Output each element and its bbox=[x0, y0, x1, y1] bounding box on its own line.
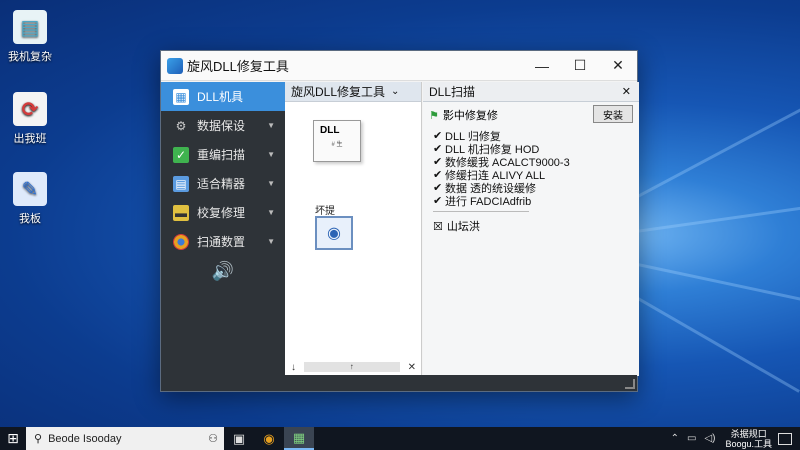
chevron-down-icon: ▼ bbox=[267, 150, 275, 159]
chevron-down-icon: ▼ bbox=[267, 208, 275, 217]
gears-icon: ⚙ bbox=[175, 118, 187, 133]
task-view-icon[interactable]: ▣ bbox=[224, 427, 254, 450]
tools-panel-header[interactable]: 旋风DLL修复工具 ⌄ bbox=[285, 82, 421, 102]
dll-repair-window: 旋风DLL修复工具 — ☐ ✕ ▦ DLL机具 ⚙ 数据保设 ▼ ✓ 重编扫描 … bbox=[160, 50, 639, 392]
checkmark-icon: ✔ bbox=[433, 169, 443, 181]
close-icon[interactable]: ✕ bbox=[622, 85, 631, 98]
sidebar-item-label: 适合精器 bbox=[197, 177, 246, 191]
windows-start-icon[interactable]: ⊞ bbox=[0, 427, 26, 450]
check-label: 进行 FADCIAdfrib bbox=[445, 195, 532, 208]
chevron-down-icon: ▼ bbox=[267, 237, 275, 246]
scan-option[interactable]: ☒ 山坛洪 bbox=[423, 212, 639, 240]
refresh-icon: ⟳ bbox=[13, 92, 47, 126]
install-button[interactable]: 安装 bbox=[593, 105, 633, 123]
sidebar-item-label: 校复修理 bbox=[197, 206, 246, 220]
sidebar-item-label: 数据保设 bbox=[197, 119, 246, 133]
notification-icon[interactable] bbox=[778, 432, 792, 445]
sidebar-item-repair[interactable]: ▬ 校复修理 ▼ bbox=[161, 198, 285, 227]
search-icon: ⚲ bbox=[34, 433, 43, 445]
close-button[interactable]: ✕ bbox=[599, 51, 637, 81]
tools-panel: 旋风DLL修复工具 ⌄ DLL # 生 坏提 ◉ ↓ ↑ ✕ bbox=[285, 82, 422, 376]
microphone-icon[interactable]: ⚇ bbox=[208, 432, 218, 445]
checkbox-icon: ☒ bbox=[433, 220, 443, 233]
sidebar-item-compat[interactable]: ▤ 适合精器 ▼ bbox=[161, 169, 285, 198]
search-text: Beode Isooday bbox=[48, 432, 122, 445]
chevron-down-icon: ⌄ bbox=[391, 86, 400, 97]
sidebar-item-dll-tools[interactable]: ▦ DLL机具 bbox=[161, 82, 285, 111]
volume-icon[interactable]: ◁) bbox=[704, 433, 715, 444]
sidebar-item-rescan[interactable]: ✓ 重编扫描 ▼ bbox=[161, 140, 285, 169]
desktop-icon-editor[interactable]: ✎ 我板 bbox=[0, 172, 60, 226]
checkmark-icon: ✓ bbox=[173, 146, 189, 163]
panel-tab-label: 旋风DLL修复工具 bbox=[291, 85, 386, 99]
desktop-icon-repair[interactable]: ⟳ 出我班 bbox=[0, 92, 60, 146]
thumbnail-title: DLL bbox=[320, 125, 340, 136]
minimize-button[interactable]: — bbox=[523, 51, 561, 81]
taskbar: ⊞ ⚲ Beode Isooday ⚇ ▣ ◉ ▦ ⌃ ▭ ◁) 杀据规口 Bo… bbox=[0, 427, 800, 450]
desktop-icon-label: 出我班 bbox=[13, 133, 47, 145]
scan-option-label: 山坛洪 bbox=[446, 221, 480, 233]
checkmark-icon: ✔ bbox=[433, 156, 443, 168]
check-list: ✔ DLL 归修复 ✔ DLL 机扫修复 HOD ✔ 数修缓我 ACALCT9000-… bbox=[423, 125, 639, 208]
dll-file-thumbnail[interactable]: DLL # 生 bbox=[313, 120, 361, 162]
window-icon: ▦ bbox=[173, 88, 189, 105]
desktop-icon-label: 我板 bbox=[19, 213, 41, 225]
dll-repair-taskbar-icon[interactable]: ▦ bbox=[284, 427, 314, 450]
sidebar: ▦ DLL机具 ⚙ 数据保设 ▼ ✓ 重编扫描 ▼ ▤ 适合精器 ▼ ▬ 校复修… bbox=[161, 82, 285, 376]
app-icon bbox=[167, 57, 183, 74]
resize-grip-icon[interactable] bbox=[625, 379, 635, 389]
thumbnail-caption: 坏提 bbox=[315, 206, 335, 217]
window-titlebar[interactable]: 旋风DLL修复工具 — ☐ ✕ bbox=[161, 51, 637, 81]
desktop-icon-file[interactable]: ▤ 我机复杂 bbox=[0, 10, 60, 64]
pen-icon: ✎ bbox=[13, 172, 47, 206]
clock-line-1: 杀据规口 bbox=[730, 428, 767, 439]
scroll-down-icon[interactable]: ↓ bbox=[291, 362, 296, 373]
chrome-icon[interactable]: ◉ bbox=[254, 427, 284, 450]
dll-scan-title: DLL扫描 bbox=[429, 85, 476, 99]
scroll-track[interactable]: ↑ bbox=[304, 362, 400, 372]
chevron-up-icon[interactable]: ⌃ bbox=[671, 433, 679, 444]
check-item[interactable]: ✔ 进行 FADCIAdfrib bbox=[433, 194, 629, 208]
taskbar-search[interactable]: ⚲ Beode Isooday ⚇ bbox=[26, 427, 224, 450]
folder-icon: ▤ bbox=[173, 175, 189, 192]
desktop-icon-label: 我机复杂 bbox=[8, 51, 52, 63]
panel-scrollbar[interactable]: ↓ ↑ ✕ bbox=[285, 358, 422, 376]
window-title: 旋风DLL修复工具 bbox=[187, 59, 289, 74]
thumbnail-subtitle: # 生 bbox=[331, 142, 343, 148]
window-statusbar bbox=[161, 375, 637, 391]
checkmark-icon: ✔ bbox=[433, 143, 443, 155]
speaker-icon[interactable]: 🔊 bbox=[161, 256, 285, 286]
scan-status-text: 影中修复修 bbox=[442, 110, 498, 122]
flag-icon: ⚑ bbox=[429, 109, 439, 122]
dll-scan-panel: DLL扫描 ✕ ⚑ 影中修复修 安装 ✔ DLL 归修复 ✔ DLL 机扫修复 HO… bbox=[423, 82, 639, 376]
sidebar-item-label: 重编扫描 bbox=[197, 148, 246, 162]
checkmark-icon: ✔ bbox=[433, 195, 443, 207]
sidebar-item-data[interactable]: ⚙ 数据保设 ▼ bbox=[161, 111, 285, 140]
network-icon[interactable]: ▭ bbox=[687, 433, 696, 444]
wifi-icon[interactable]: ◉ bbox=[315, 216, 353, 250]
maximize-button[interactable]: ☐ bbox=[561, 51, 599, 81]
checkmark-icon: ✔ bbox=[433, 130, 443, 142]
sidebar-item-label: 扫通数置 bbox=[197, 235, 246, 249]
clock-line-2: Boogu.工具 bbox=[725, 438, 772, 449]
taskbar-clock[interactable]: 杀据规口 Boogu.工具 bbox=[725, 429, 772, 449]
sidebar-item-label: DLL机具 bbox=[197, 90, 244, 104]
chrome-icon bbox=[173, 233, 189, 250]
close-icon[interactable]: ✕ bbox=[408, 362, 416, 373]
file-icon: ▤ bbox=[13, 10, 47, 44]
dll-scan-header: DLL扫描 ✕ bbox=[423, 82, 639, 102]
sidebar-item-scan-settings[interactable]: 扫通数置 ▼ bbox=[161, 227, 285, 256]
chevron-down-icon: ▼ bbox=[267, 121, 275, 130]
chevron-down-icon: ▼ bbox=[267, 179, 275, 188]
tools-icon: ▬ bbox=[173, 204, 189, 221]
checkmark-icon: ✔ bbox=[433, 182, 443, 194]
system-tray: ⌃ ▭ ◁) 杀据规口 Boogu.工具 bbox=[667, 427, 800, 450]
